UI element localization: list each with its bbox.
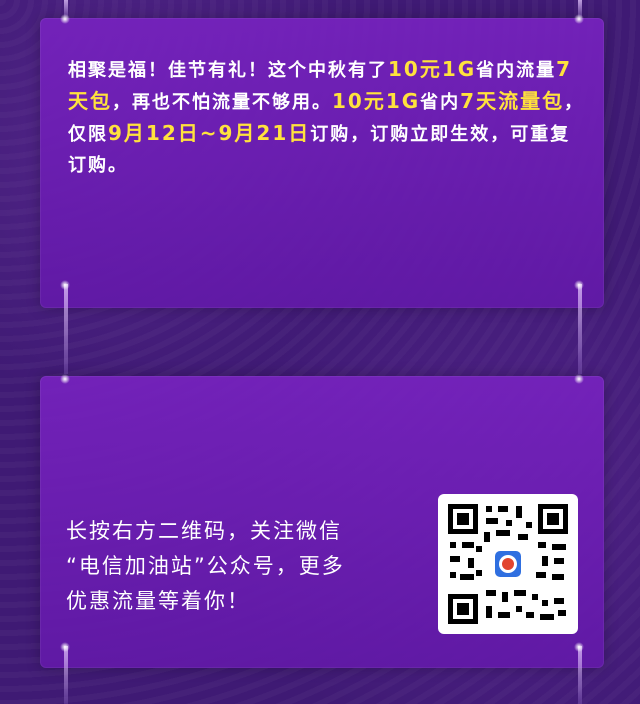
promo-highlight: 10元1G [388,57,477,81]
promo-text-part: ，再也不怕流量不够用。 [112,92,332,113]
qr-code[interactable] [438,494,578,634]
decor-pillar [578,646,582,704]
promo-text: 相聚是福！佳节有礼！这个中秋有了10元1G省内流量7天包，再也不怕流量不够用。1… [68,54,588,181]
sparkle-icon [574,642,584,652]
follow-caption: 长按右方二维码，关注微信 “电信加油站”公众号，更多 优惠流量等着你！ [66,514,416,619]
decor-pillar [64,646,68,704]
sparkle-icon [60,14,70,24]
sparkle-icon [574,14,584,24]
sparkle-icon [60,280,70,290]
sparkle-icon [60,374,70,384]
sparkle-icon [60,642,70,652]
promo-highlight: 10元1G [332,89,421,113]
follow-caption-line: 优惠流量等着你！ [66,589,250,613]
decor-pillar [578,284,582,374]
promo-highlight: 7天流量包 [460,89,565,113]
sparkle-icon [574,280,584,290]
qr-code-image [446,502,570,626]
decor-pillar [64,284,68,374]
promo-text-part: 省内流量 [476,60,557,81]
follow-caption-line: “电信加油站”公众号，更多 [66,554,345,578]
promo-highlight: 9月12日~9月21日 [108,121,311,145]
follow-caption-line: 长按右方二维码，关注微信 [66,519,342,543]
promo-text-part: 相聚是福！佳节有礼！这个中秋有了 [68,60,388,81]
sparkle-icon [574,374,584,384]
promo-text-part: 省内 [420,92,461,113]
